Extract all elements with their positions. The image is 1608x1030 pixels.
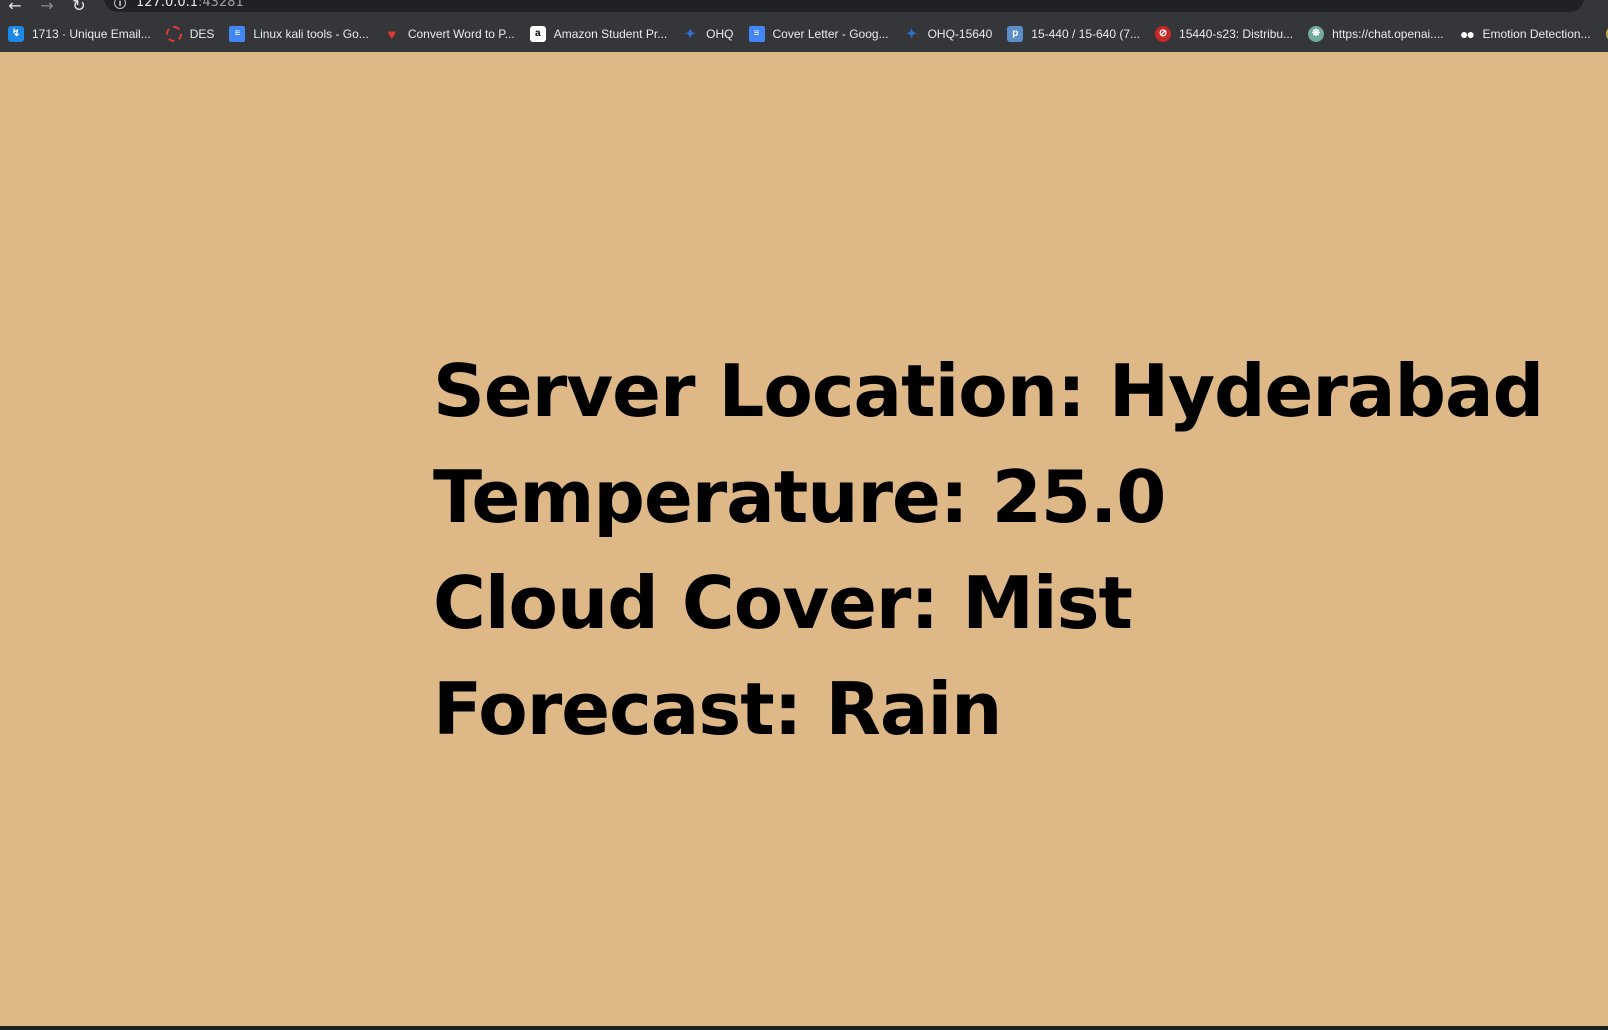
ohq-icon: ✦ (684, 26, 696, 41)
bookmark-label: OHQ (706, 27, 734, 41)
bookmark-15-440[interactable]: p 15-440 / 15-640 (7... (1007, 22, 1140, 46)
heart-icon: ♥ (387, 26, 396, 42)
amazon-icon: a (529, 26, 546, 42)
url-port: :43281 (198, 0, 244, 10)
browser-chrome: ← → ↻ i 127.0.0.1:43281 ↯ 1713 · Unique … (0, 0, 1608, 52)
bookmark-label: Amazon Student Pr... (553, 27, 668, 41)
piazza-icon: p (1007, 26, 1024, 42)
url-text[interactable]: 127.0.0.1:43281 (136, 0, 244, 11)
bookmark-convert-word[interactable]: ♥ Convert Word to P... (384, 22, 515, 46)
window-bottom-edge (0, 1026, 1608, 1030)
reload-icon[interactable]: ↻ (68, 0, 90, 16)
bookmark-des[interactable]: DES (165, 22, 215, 46)
bookmark-emotion-detection[interactable]: ●● Emotion Detection... (1459, 22, 1591, 46)
weather-info: Server Location: Hyderabad Temperature: … (433, 338, 1593, 762)
site-info-icon[interactable]: i (114, 0, 126, 9)
ohq-icon: ✦ (906, 26, 918, 41)
bookmark-leetcode[interactable]: ↯ 1713 · Unique Email... (8, 22, 151, 46)
google-docs-icon: ≡ (748, 26, 765, 42)
blocked-icon: ⊘ (1155, 26, 1172, 42)
bookmark-chatgpt[interactable]: ❋ https://chat.openai.... (1308, 22, 1444, 46)
bookmark-label: Cover Letter - Goog... (772, 27, 889, 41)
bookmark-ohq-15640[interactable]: ✦ OHQ-15640 (904, 22, 993, 46)
leetcode-icon: ↯ (8, 26, 24, 42)
bookmark-label: Convert Word to P... (407, 27, 515, 41)
bookmark-label: 15440-s23: Distribu... (1179, 27, 1294, 41)
bookmark-label: Linux kali tools - Go... (253, 27, 369, 41)
bookmark-ohq[interactable]: ✦ OHQ (682, 22, 734, 46)
bookmark-label: 1713 · Unique Email... (32, 27, 151, 41)
temperature-text: Temperature: 25.0 (433, 455, 1166, 539)
url-host: 127.0.0.1 (136, 0, 199, 10)
bookmark-label: Emotion Detection... (1482, 27, 1591, 41)
forecast-text: Forecast: Rain (433, 667, 1002, 751)
forward-arrow-icon[interactable]: → (36, 0, 58, 16)
bookmark-label: DES (189, 27, 215, 41)
navigation-bar: ← → ↻ i 127.0.0.1:43281 (0, 0, 1608, 16)
bookmark-linux-kali-tools[interactable]: ≡ Linux kali tools - Go... (229, 22, 369, 46)
back-arrow-icon[interactable]: ← (4, 0, 26, 16)
server-location-text: Server Location: Hyderabad (433, 349, 1544, 433)
bookmark-cover-letter[interactable]: ≡ Cover Letter - Goog... (748, 22, 889, 46)
bookmark-amazon-student[interactable]: a Amazon Student Pr... (529, 22, 668, 46)
address-bar[interactable]: i 127.0.0.1:43281 (104, 0, 1584, 12)
des-icon (165, 26, 182, 42)
google-docs-icon: ≡ (229, 26, 246, 42)
cloud-cover-text: Cloud Cover: Mist (433, 561, 1133, 645)
bookmark-label: OHQ-15640 (927, 27, 993, 41)
medium-icon: ●● (1460, 26, 1475, 42)
bookmark-15440-s23[interactable]: ⊘ 15440-s23: Distribu... (1155, 22, 1293, 46)
chatgpt-icon: ❋ (1308, 26, 1325, 42)
bookmark-label: 15-440 / 15-640 (7... (1031, 27, 1141, 41)
bookmarks-bar: ↯ 1713 · Unique Email... DES ≡ Linux kal… (0, 22, 1608, 46)
bookmark-label: https://chat.openai.... (1332, 27, 1444, 41)
